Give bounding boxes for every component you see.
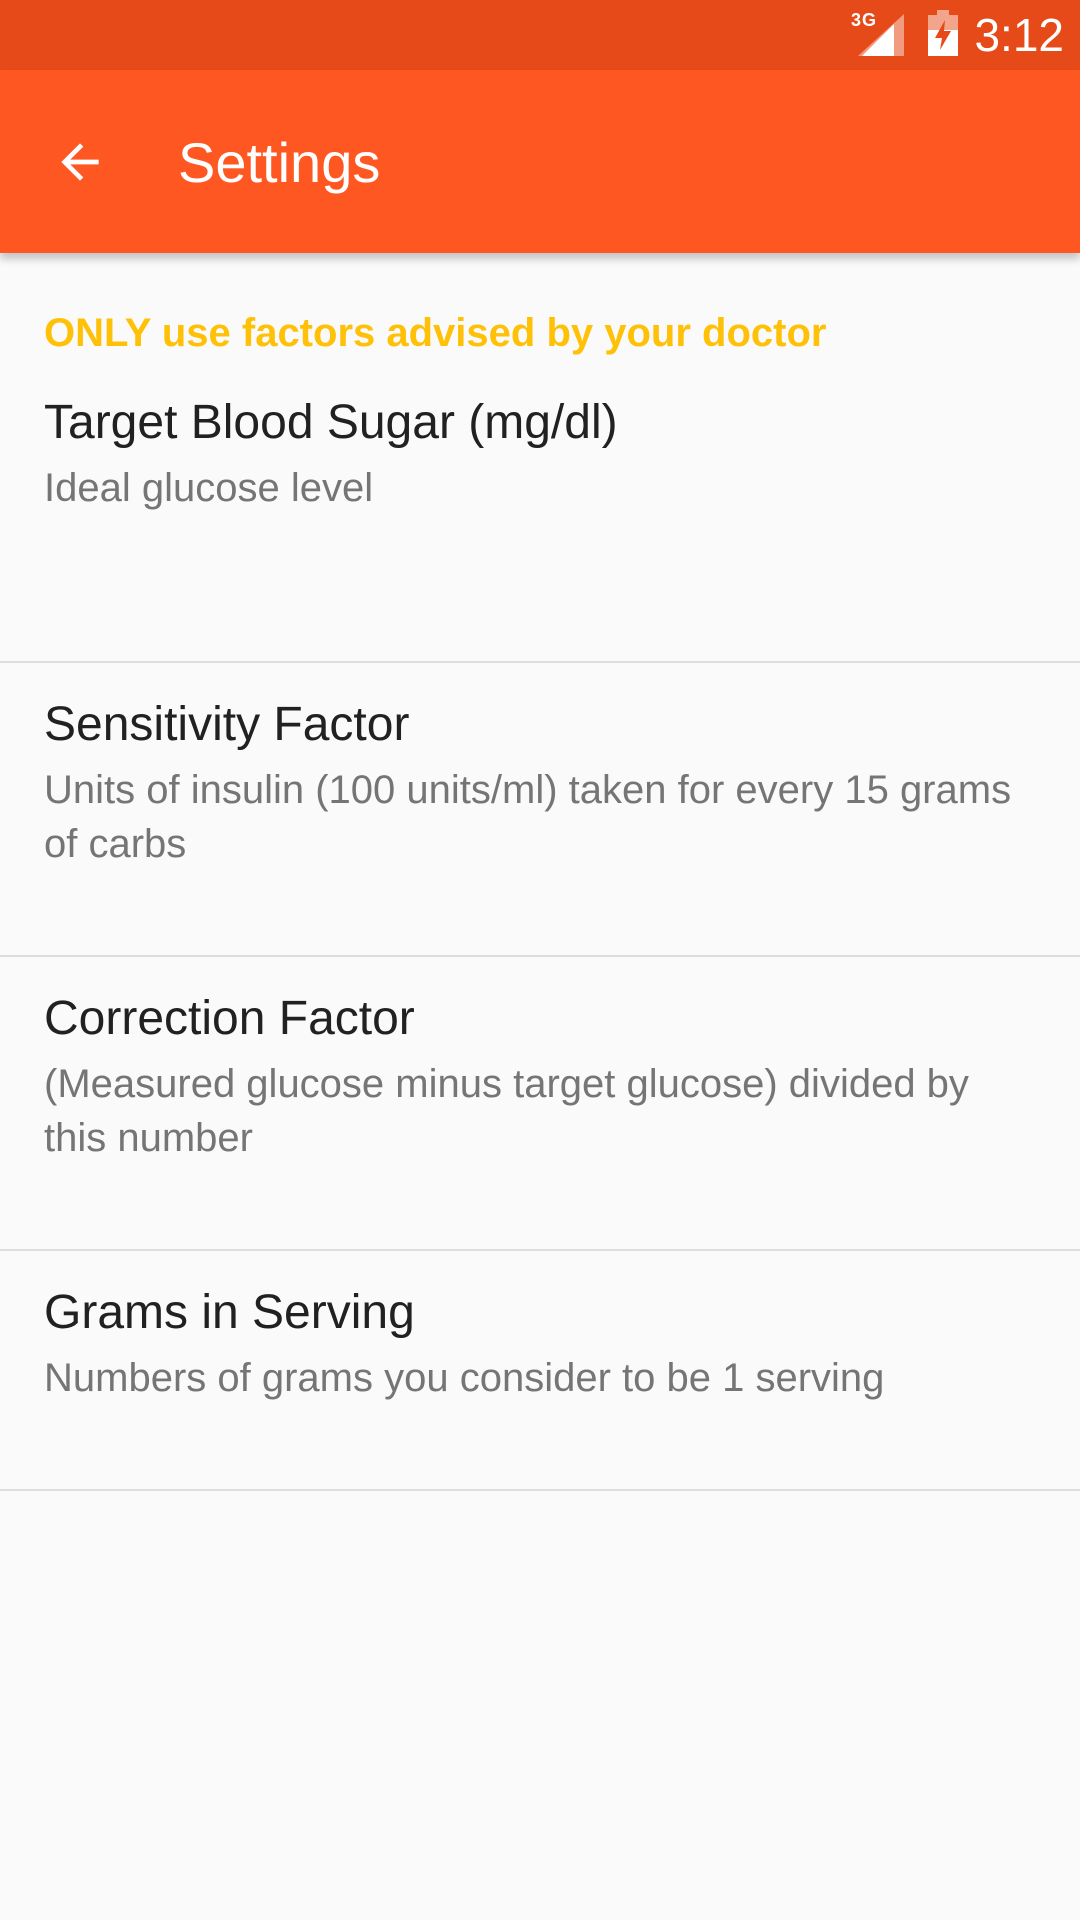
pref-sensitivity-factor[interactable]: Sensitivity Factor Units of insulin (100…	[0, 663, 1080, 957]
pref-grams-in-serving[interactable]: Grams in Serving Numbers of grams you co…	[0, 1251, 1080, 1491]
pref-summary: Numbers of grams you consider to be 1 se…	[44, 1356, 885, 1400]
pref-summary: (Measured glucose minus target glucose) …	[44, 1062, 969, 1160]
cell-signal-icon	[858, 14, 904, 56]
arrow-left-icon	[61, 143, 99, 181]
pref-title: Grams in Serving	[44, 1286, 415, 1339]
doctor-warning-text: ONLY use factors advised by your doctor	[44, 311, 827, 355]
page-title: Settings	[178, 131, 381, 194]
pref-summary: Units of insulin (100 units/ml) taken fo…	[44, 768, 1012, 866]
battery-charging-icon	[928, 10, 958, 56]
pref-correction-factor[interactable]: Correction Factor (Measured glucose minu…	[0, 957, 1080, 1251]
preferences-list: ONLY use factors advised by your doctor …	[0, 253, 1080, 1491]
pref-summary: Ideal glucose level	[44, 466, 374, 510]
status-clock: 3:12	[974, 9, 1064, 61]
pref-title: Target Blood Sugar (mg/dl)	[44, 396, 618, 449]
settings-screen: 3G 3:12 Settings ONLY use factors advise…	[0, 0, 1080, 1920]
app-bar: Settings	[0, 70, 1080, 253]
status-bar: 3G 3:12	[0, 0, 1080, 70]
pref-title: Correction Factor	[44, 992, 415, 1045]
pref-title: Sensitivity Factor	[44, 698, 410, 751]
pref-target-blood-sugar[interactable]: Target Blood Sugar (mg/dl) Ideal glucose…	[0, 393, 1080, 663]
back-button[interactable]	[36, 118, 124, 206]
